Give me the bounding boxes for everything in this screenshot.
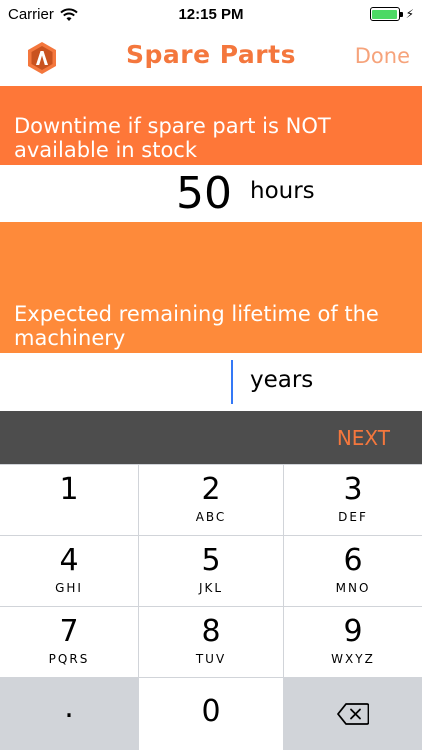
key-9[interactable]: 9 WXYZ — [284, 607, 422, 677]
status-time: 12:15 PM — [178, 6, 244, 23]
key-digit: 7 — [59, 614, 79, 649]
key-digit: 4 — [59, 543, 79, 578]
key-0[interactable]: 0 — [139, 678, 283, 750]
key-3[interactable]: 3 DEF — [284, 465, 422, 535]
key-letters: TUV — [195, 652, 227, 666]
backspace-icon — [337, 703, 369, 725]
key-digit: 9 — [343, 614, 363, 649]
key-digit: 6 — [343, 543, 363, 578]
downtime-row[interactable]: 50 hours — [0, 165, 422, 222]
status-right: ⚡︎ — [369, 7, 414, 21]
downtime-label: Downtime if spare part is NOT available … — [0, 86, 422, 165]
key-letters: JKL — [198, 581, 224, 595]
key-7[interactable]: 7 PQRS — [0, 607, 138, 677]
key-digit: 5 — [201, 543, 221, 578]
charging-bolt-icon: ⚡︎ — [405, 7, 414, 21]
key-digit: 2 — [201, 472, 221, 507]
key-digit: 1 — [59, 472, 79, 507]
key-letters: PQRS — [48, 652, 90, 666]
downtime-unit: hours — [250, 178, 315, 204]
lifetime-row[interactable]: years — [0, 353, 422, 411]
key-letters: ABC — [195, 510, 227, 524]
status-bar: Carrier 12:15 PM ⚡︎ — [0, 0, 422, 30]
nav-bar: Spare Parts Done — [0, 30, 422, 84]
key-1[interactable]: 1 — [0, 465, 138, 535]
lifetime-unit: years — [250, 367, 314, 393]
key-6[interactable]: 6 MNO — [284, 536, 422, 606]
key-decimal[interactable]: . — [0, 678, 138, 750]
key-letters: MNO — [335, 581, 371, 595]
key-letters: DEF — [338, 510, 368, 524]
text-cursor — [231, 360, 233, 404]
key-5[interactable]: 5 JKL — [139, 536, 283, 606]
battery-fill — [372, 9, 398, 19]
lifetime-input[interactable] — [0, 353, 232, 411]
key-digit: 8 — [201, 614, 221, 649]
battery-tip — [400, 11, 403, 17]
key-digit: 0 — [201, 694, 221, 729]
key-digit: 3 — [343, 472, 363, 507]
numeric-keypad: 1 2 ABC 3 DEF 4 GHI 5 JKL 6 MNO 7 PQRS 8… — [0, 464, 422, 750]
key-dot-label: . — [64, 690, 74, 725]
backspace-key[interactable] — [284, 678, 422, 750]
done-button[interactable]: Done — [355, 44, 410, 68]
keyboard-accessory-bar: NEXT — [0, 411, 422, 464]
next-button[interactable]: NEXT — [337, 426, 390, 450]
key-letters: GHI — [55, 581, 83, 595]
key-4[interactable]: 4 GHI — [0, 536, 138, 606]
battery-icon — [369, 7, 403, 21]
key-2[interactable]: 2 ABC — [139, 465, 283, 535]
key-8[interactable]: 8 TUV — [139, 607, 283, 677]
downtime-value[interactable]: 50 — [176, 168, 232, 219]
key-letters: WXYZ — [331, 652, 375, 666]
lifetime-label: Expected remaining lifetime of the machi… — [0, 222, 422, 353]
